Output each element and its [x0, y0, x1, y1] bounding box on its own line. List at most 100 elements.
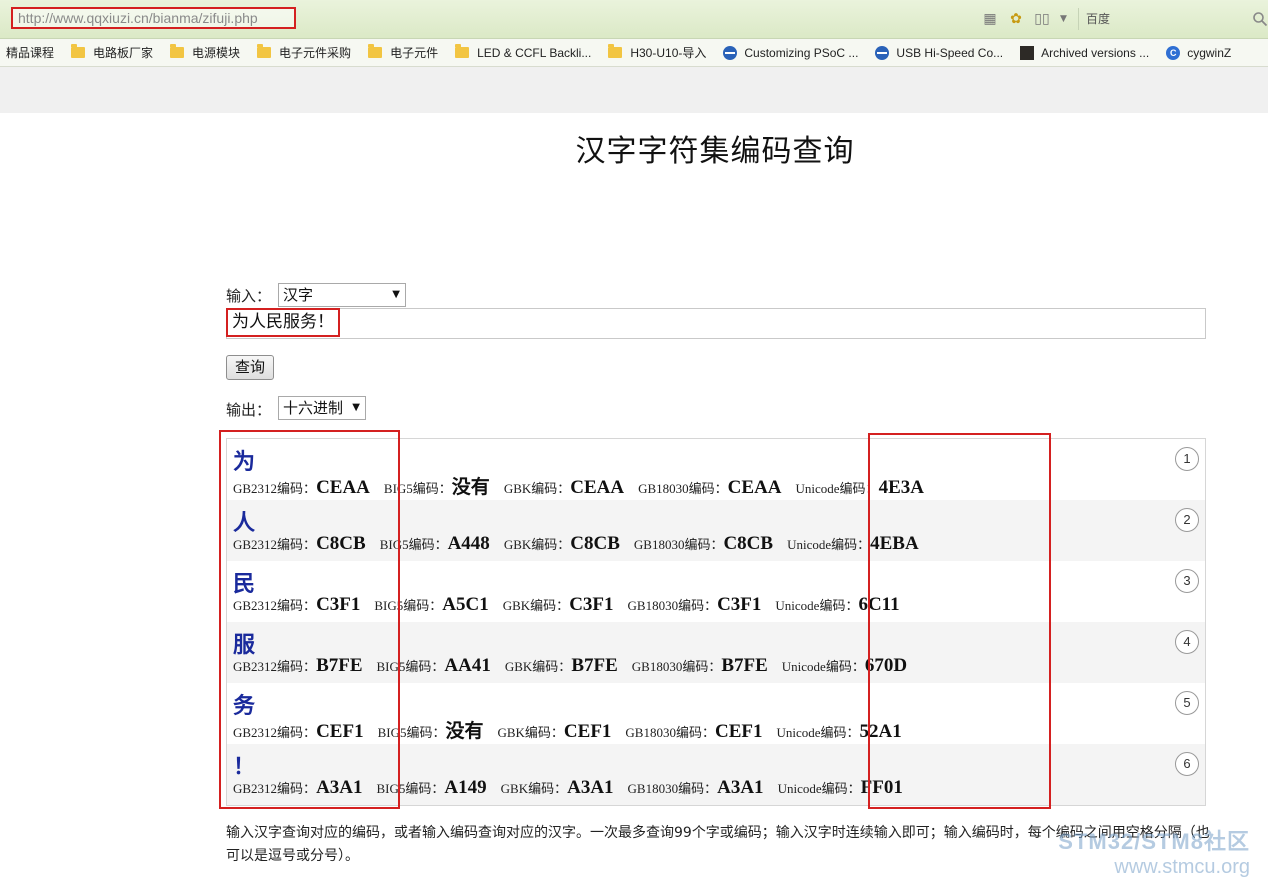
gb2312-label: GB2312编码： [233, 781, 317, 796]
folder-icon [455, 44, 470, 58]
row-number-badge: 5 [1175, 691, 1199, 715]
gb2312-label: GB2312编码： [233, 659, 317, 674]
unicode-value: 4E3A [878, 477, 924, 498]
qr-code-icon[interactable]: ▦ [982, 11, 998, 27]
output-format-select[interactable]: 十六进制 ▼ [278, 396, 366, 420]
dropdown-arrow-icon: ▼ [352, 402, 360, 413]
browser-toolbar: ▦ ✿ ▯▯ ▼ [982, 10, 1067, 28]
gb18030-value: CEF1 [714, 721, 763, 742]
gb18030-value: C3F1 [717, 594, 762, 615]
result-row: 为 GB2312编码：CEAA BIG5编码：没有 GBK编码：CEAA GB18030… [227, 439, 1205, 500]
bookmark-item[interactable]: USB Hi-Speed Co... [875, 39, 1003, 66]
gbk-value: C3F1 [569, 594, 614, 615]
bookmarks-bar: 精品课程 电路板厂家 电源模块 电子元件采购 电子元件 LED & CCFL Backli… [0, 39, 1268, 67]
gb2312-value: C3F1 [316, 594, 361, 615]
globe-icon [723, 45, 738, 60]
bookmark-label: 电子元件 [390, 46, 439, 60]
extension-bee-icon[interactable]: ✿ [1008, 11, 1024, 27]
bookmark-item[interactable]: 电路板厂家 [71, 39, 153, 66]
gb18030-value: CEAA [727, 477, 782, 498]
gbk-label: GBK编码： [503, 481, 571, 496]
results-table: 为 GB2312编码：CEAA BIG5编码：没有 GBK编码：CEAA GB18030… [226, 438, 1206, 806]
big5-value: 没有 [445, 721, 484, 742]
bookmark-item[interactable]: 电子元件 [368, 39, 438, 66]
row-number-badge: 6 [1175, 752, 1199, 776]
gb2312-label: GB2312编码： [233, 537, 317, 552]
search-icon[interactable] [1252, 11, 1268, 27]
dropdown-arrow-icon: ▼ [392, 289, 400, 300]
bookmark-label: H30-U10-导入 [630, 46, 707, 60]
bookmark-label: Customizing PSoC ... [744, 45, 859, 60]
big5-label: BIG5编码： [377, 725, 446, 740]
big5-label: BIG5编码： [374, 598, 443, 613]
search-engine-label: 百度 [1086, 12, 1111, 26]
gb2312-value: CEF1 [316, 721, 364, 742]
result-codes: GB2312编码：A3A1 BIG5编码：A149 GBK编码：A3A1 GB1803… [233, 777, 917, 799]
watermark: STM32/STM8社区 www.stmcu.org [1058, 824, 1250, 879]
result-row: 服 GB2312编码：B7FE BIG5编码：AA41 GBK编码：B7FE GB180… [227, 622, 1205, 683]
unicode-value: 6C11 [858, 594, 900, 615]
bookmark-item[interactable]: Customizing PSoC ... [723, 39, 858, 66]
gb2312-label: GB2312编码： [233, 481, 317, 496]
bookmark-label: 精品课程 [6, 46, 55, 60]
search-box[interactable]: 百度 [1078, 8, 1268, 30]
query-button[interactable]: 查询 [226, 355, 274, 380]
watermark-url: www.stmcu.org [1114, 856, 1250, 878]
folder-icon [368, 44, 383, 58]
result-row: 务 GB2312编码：CEF1 BIG5编码：没有 GBK编码：CEF1 GB18030… [227, 683, 1205, 744]
url-field[interactable]: http://www.qqxiuzi.cn/bianma/zifuji.php [11, 7, 296, 29]
row-number-badge: 3 [1175, 569, 1199, 593]
cygwin-icon: C [1166, 45, 1181, 60]
chevron-down-icon[interactable]: ▼ [1060, 14, 1067, 24]
unicode-value: FF01 [860, 777, 903, 798]
gb18030-value: A3A1 [717, 777, 764, 798]
gbk-label: GBK编码： [503, 537, 571, 552]
bookmark-item[interactable]: LED & CCFL Backli... [455, 39, 591, 66]
result-row: ！ GB2312编码：A3A1 BIG5编码：A149 GBK编码：A3A1 GB180… [227, 744, 1205, 805]
input-label: 输入： [226, 287, 272, 305]
bookmark-label: LED & CCFL Backli... [477, 45, 592, 60]
bookmark-label: 电源模块 [192, 46, 241, 60]
watermark-title: STM32/STM8社区 [1058, 829, 1250, 854]
result-codes: GB2312编码：C3F1 BIG5编码：A5C1 GBK编码：C3F1 GB1803… [233, 594, 914, 616]
browser-address-bar: http://www.qqxiuzi.cn/bianma/zifuji.php … [0, 0, 1268, 39]
reader-book-icon[interactable]: ▯▯ [1034, 11, 1050, 27]
unicode-label: Unicode编码： [777, 781, 861, 796]
query-text-value: 为人民服务！ [226, 308, 340, 337]
output-format-value: 十六进制 [283, 399, 344, 417]
folder-icon [608, 44, 623, 58]
gb18030-label: GB18030编码： [631, 659, 722, 674]
bookmark-item[interactable]: H30-U10-导入 [608, 39, 706, 66]
bookmark-label: 电子元件采购 [279, 46, 352, 60]
row-number-badge: 1 [1175, 447, 1199, 471]
input-type-select[interactable]: 汉字 ▼ [278, 283, 406, 307]
gbk-value: C8CB [570, 533, 620, 554]
bookmark-item[interactable]: Archived versions ... [1020, 39, 1149, 66]
gb18030-label: GB18030编码： [627, 598, 718, 613]
query-text-input[interactable] [226, 308, 1206, 339]
bookmark-item[interactable]: 电子元件采购 [257, 39, 351, 66]
bookmark-item[interactable]: CcygwinZ [1166, 39, 1231, 66]
unicode-value: 4EBA [870, 533, 919, 554]
gb2312-value: CEAA [316, 477, 370, 498]
gb18030-label: GB18030编码： [633, 537, 724, 552]
gbk-value: CEF1 [563, 721, 612, 742]
page-top-strip [0, 67, 1268, 113]
gb2312-label: GB2312编码： [233, 598, 317, 613]
folder-icon [170, 44, 185, 58]
gbk-label: GBK编码： [497, 725, 564, 740]
result-codes: GB2312编码：B7FE BIG5编码：AA41 GBK编码：B7FE GB1803… [233, 655, 921, 677]
unicode-label: Unicode编码： [776, 725, 860, 740]
unicode-label: Unicode编码： [795, 481, 879, 496]
folder-icon [71, 44, 86, 58]
unicode-label: Unicode编码： [775, 598, 859, 613]
result-row: 民 GB2312编码：C3F1 BIG5编码：A5C1 GBK编码：C3F1 GB180… [227, 561, 1205, 622]
result-codes: GB2312编码：CEAA BIG5编码：没有 GBK编码：CEAA GB18030编… [233, 472, 938, 499]
bookmark-item[interactable]: 精品课程 [6, 39, 54, 66]
big5-value: A5C1 [442, 594, 489, 615]
row-number-badge: 2 [1175, 508, 1199, 532]
gbk-value: CEAA [570, 477, 625, 498]
gb18030-label: GB18030编码： [638, 481, 728, 496]
bookmark-item[interactable]: 电源模块 [170, 39, 240, 66]
big5-value: A448 [447, 533, 490, 554]
